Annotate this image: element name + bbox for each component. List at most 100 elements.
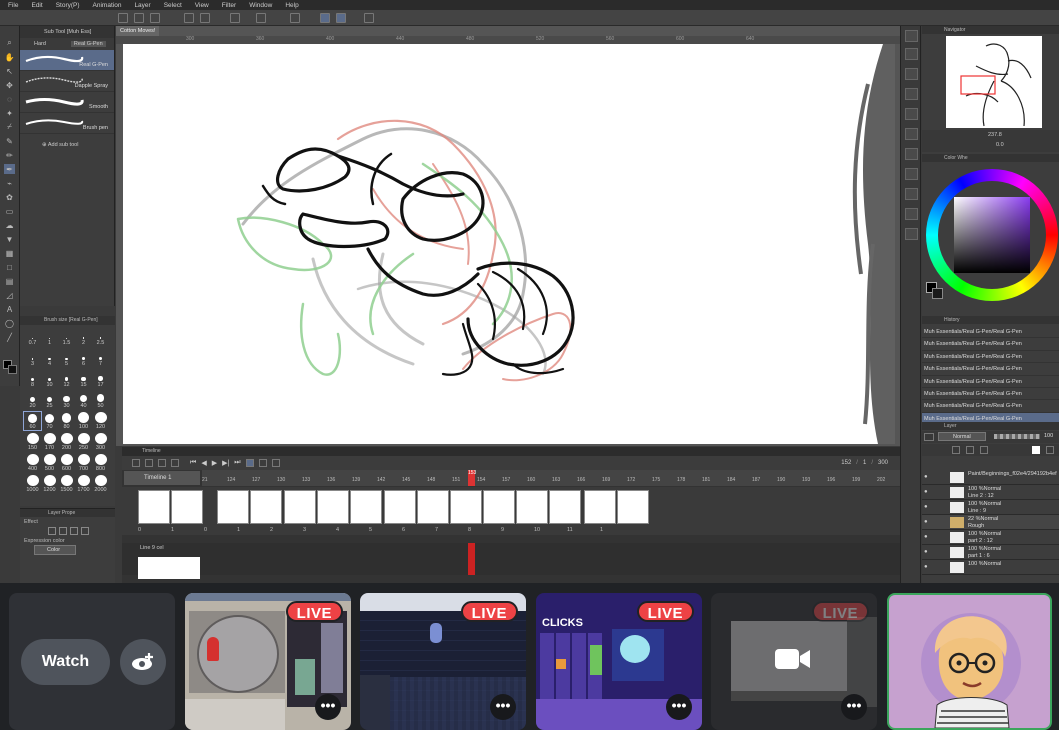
cel-thumbnail[interactable]: [483, 490, 515, 524]
menu-item[interactable]: Story(P): [56, 2, 80, 9]
brush-item-dapple-spray[interactable]: Dapple Spray: [20, 71, 114, 92]
lasso-tool-icon[interactable]: ◌: [4, 94, 15, 104]
export-icon[interactable]: [905, 228, 918, 240]
history-item[interactable]: Muh Essentials/Real G-Pen/Real G-Pen: [922, 351, 1059, 364]
cel-thumbnail[interactable]: [417, 490, 449, 524]
tab-real-g-pen[interactable]: Real G-Pen: [70, 41, 106, 47]
cel-thumbnail[interactable]: [217, 490, 249, 524]
sub-color-chip[interactable]: [932, 288, 943, 299]
brush-size-cell[interactable]: 25: [41, 391, 58, 409]
effect-tone-icon[interactable]: [59, 527, 67, 535]
magic-wand-icon[interactable]: ✦: [4, 108, 15, 118]
brush-size-cell[interactable]: 1200: [41, 475, 58, 493]
add-subtool-button[interactable]: ⊕ Add sub tool: [20, 134, 114, 148]
brush-size-cell[interactable]: 1500: [58, 475, 75, 493]
snap-icon[interactable]: [336, 13, 346, 23]
menu-item[interactable]: Window: [249, 2, 272, 9]
menu-item[interactable]: Edit: [31, 2, 42, 9]
cel-thumbnail[interactable]: [284, 490, 316, 524]
eye-icon[interactable]: ●: [924, 474, 928, 480]
watch-button[interactable]: Watch: [21, 639, 110, 685]
layer-row[interactable]: ● 100 %Normal part 1 : 6: [922, 545, 1059, 560]
material-icon[interactable]: [905, 108, 918, 120]
eyedropper-icon[interactable]: ⌿: [4, 122, 15, 132]
opacity-slider[interactable]: [994, 434, 1040, 439]
edit-timeline-icon[interactable]: [145, 459, 153, 467]
brush-item-real-g-pen[interactable]: Real G-Pen: [20, 50, 114, 71]
cel-thumbnail[interactable]: [171, 490, 203, 524]
zoom-tool-icon[interactable]: ⌕: [4, 38, 15, 48]
brush-size-cell[interactable]: 1.5: [58, 328, 75, 346]
navigator-preview[interactable]: [946, 36, 1042, 128]
prev-frame-icon[interactable]: ◀: [201, 459, 206, 467]
zoom-in-timeline-icon[interactable]: [171, 459, 179, 467]
info-toggle-icon[interactable]: [905, 68, 918, 80]
more-options-button[interactable]: •••: [666, 694, 692, 720]
cel-thumbnail[interactable]: [250, 490, 282, 524]
brush-size-cell[interactable]: 0.7: [24, 328, 41, 346]
more-options-button[interactable]: •••: [315, 694, 341, 720]
brush-size-cell[interactable]: 150: [24, 433, 41, 451]
onion-skin-icon[interactable]: [245, 459, 254, 467]
menu-item[interactable]: View: [195, 2, 209, 9]
tab-hard[interactable]: Hard: [20, 41, 49, 47]
brush-size-cell[interactable]: 1700: [75, 475, 92, 493]
hand-tool-icon[interactable]: ✋: [4, 52, 15, 62]
brush-size-cell[interactable]: 200: [58, 433, 75, 451]
fill-tool-icon[interactable]: ▼: [4, 234, 15, 244]
layer-search-icon[interactable]: [905, 148, 918, 160]
deselect-icon[interactable]: [290, 13, 300, 23]
brush-size-cell[interactable]: 15: [75, 370, 92, 388]
gradient-tool-icon[interactable]: ▦: [4, 248, 15, 258]
brush-size-cell[interactable]: 12: [58, 370, 75, 388]
brush-item-brush-pen[interactable]: Brush pen: [20, 113, 114, 134]
assign-cel-icon[interactable]: [271, 459, 280, 467]
more-options-button[interactable]: •••: [841, 694, 867, 720]
balloon-tool-icon[interactable]: ◯: [4, 318, 15, 328]
cel-thumbnail[interactable]: [138, 490, 170, 524]
brush-size-cell[interactable]: 300: [92, 433, 109, 451]
new-vector-layer-icon[interactable]: [966, 446, 974, 454]
play-icon[interactable]: ▶: [212, 459, 217, 467]
brush-size-cell[interactable]: 100: [75, 412, 92, 430]
menu-item[interactable]: Layer: [134, 2, 150, 9]
stream-tile-3[interactable]: CLICKS LIVE •••: [536, 593, 702, 730]
cel-thumbnail[interactable]: [549, 490, 581, 524]
intermediate-color-icon[interactable]: [905, 208, 918, 220]
pen-mode-icon[interactable]: [320, 13, 330, 23]
layer-color-icon[interactable]: [1032, 446, 1040, 454]
saturation-value-square[interactable]: [954, 197, 1030, 273]
subview-toggle-icon[interactable]: [905, 48, 918, 60]
move-tool-icon[interactable]: ✥: [4, 80, 15, 90]
correct-line-tool-icon[interactable]: ╱: [4, 332, 15, 342]
frame-tool-icon[interactable]: ▤: [4, 276, 15, 286]
brush-size-cell[interactable]: 8: [24, 370, 41, 388]
eye-icon[interactable]: ●: [924, 534, 928, 540]
ruler-snap-icon[interactable]: [364, 13, 374, 23]
blend-tool-icon[interactable]: ☁: [4, 220, 15, 230]
brush-size-cell[interactable]: 2: [75, 328, 92, 346]
open-file-icon[interactable]: [134, 13, 144, 23]
brush-size-cell[interactable]: 20: [24, 391, 41, 409]
clear-icon[interactable]: [230, 13, 240, 23]
history-item[interactable]: Muh Essentials/Real G-Pen/Real G-Pen: [922, 363, 1059, 376]
brush-size-cell[interactable]: 1: [41, 328, 58, 346]
redo-icon[interactable]: [200, 13, 210, 23]
expression-color-select[interactable]: Color: [34, 545, 76, 555]
frame-ruler[interactable]: 21 124 127 130 133 136 139 142 145 148 151 154 157 16…: [202, 470, 900, 486]
brush-item-smooth[interactable]: Smooth: [20, 92, 114, 113]
history-item[interactable]: Muh Essentials/Real G-Pen/Real G-Pen: [922, 388, 1059, 401]
delete-layer-icon[interactable]: [1046, 446, 1054, 454]
stream-tile-2[interactable]: LIVE •••: [360, 593, 526, 730]
eye-icon[interactable]: ●: [924, 504, 928, 510]
effect-color-icon[interactable]: [70, 527, 78, 535]
pen-tool-icon[interactable]: ✎: [4, 136, 15, 146]
eye-icon[interactable]: ●: [924, 489, 928, 495]
eye-icon[interactable]: ●: [924, 549, 928, 555]
menu-item[interactable]: Help: [285, 2, 298, 9]
menu-item[interactable]: Animation: [93, 2, 122, 9]
cel-thumbnail[interactable]: [516, 490, 548, 524]
new-folder-icon[interactable]: [980, 446, 988, 454]
zoom-out-timeline-icon[interactable]: [158, 459, 166, 467]
cel-thumbnail[interactable]: [138, 557, 200, 579]
